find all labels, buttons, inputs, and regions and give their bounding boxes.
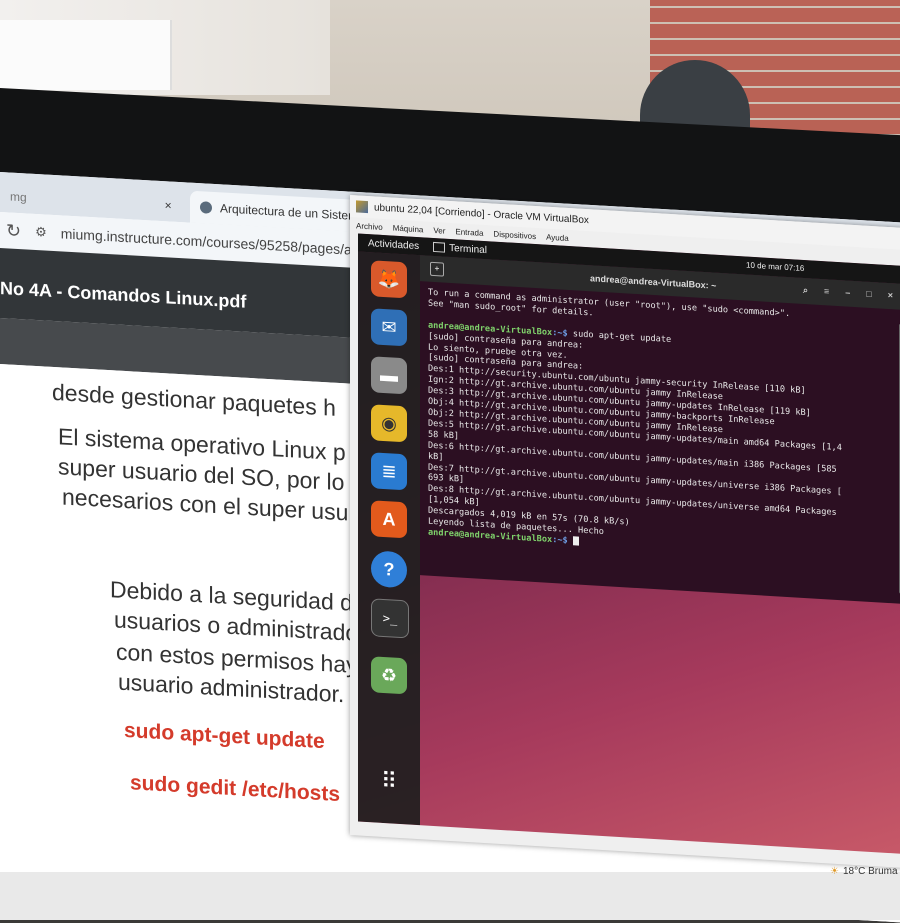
virtualbox-window: ubuntu 22,04 [Corriendo] - Oracle VM Vir… bbox=[350, 195, 900, 868]
weather-text: 18°C Bruma bbox=[842, 866, 898, 877]
prompt-path: :~$ bbox=[552, 327, 573, 339]
tab-label: Arquitectura de un Sistema bbox=[220, 201, 365, 224]
menu-ayuda[interactable]: Ayuda bbox=[546, 232, 569, 242]
terminal-title: andrea@andrea-VirtualBox: ~ bbox=[590, 273, 717, 291]
reload-icon[interactable]: ↻ bbox=[6, 220, 21, 242]
menu-icon[interactable]: ≡ bbox=[824, 286, 829, 297]
doc-command: sudo gedit /etc/hosts bbox=[130, 771, 341, 807]
menu-maquina[interactable]: Máquina bbox=[393, 223, 424, 234]
activities-button[interactable]: Actividades bbox=[368, 238, 419, 252]
minimize-icon[interactable]: – bbox=[845, 287, 850, 298]
menu-archivo[interactable]: Archivo bbox=[356, 221, 383, 232]
apps-grid-icon[interactable]: ⠿ bbox=[371, 762, 407, 800]
host-taskbar bbox=[0, 872, 900, 920]
trash-icon[interactable]: ♻ bbox=[371, 656, 407, 695]
close-icon[interactable]: × bbox=[165, 198, 172, 212]
doc-line: desde gestionar paquetes h bbox=[52, 378, 336, 421]
terminal-window: + andrea@andrea-VirtualBox: ~ ⌕ ≡ – □ × … bbox=[420, 255, 900, 604]
menu-dispositivos[interactable]: Dispositivos bbox=[493, 229, 536, 241]
search-icon[interactable]: ⌕ bbox=[803, 285, 808, 296]
url-field[interactable]: miumg.instructure.com/courses/95258/page… bbox=[61, 225, 352, 257]
globe-icon bbox=[200, 201, 212, 214]
terminal-cursor bbox=[572, 536, 579, 546]
weather-widget[interactable]: ☀ 18°C Bruma bbox=[830, 866, 898, 877]
help-icon[interactable]: ? bbox=[371, 550, 407, 589]
terminal-small-icon bbox=[433, 241, 446, 253]
pdf-title: No 4A - Comandos Linux.pdf bbox=[0, 278, 247, 312]
tab-label: mg bbox=[10, 189, 27, 205]
new-tab-icon[interactable]: + bbox=[430, 261, 444, 277]
menu-entrada[interactable]: Entrada bbox=[455, 227, 483, 238]
menu-ver[interactable]: Ver bbox=[433, 225, 445, 235]
doc-command: sudo apt-get update bbox=[124, 718, 325, 754]
clock[interactable]: 10 de mar 07:16 bbox=[746, 261, 804, 273]
terminal-output[interactable]: To run a command as administrator (user … bbox=[420, 281, 900, 567]
site-settings-icon[interactable]: ⚙ bbox=[35, 224, 47, 241]
rhythmbox-icon[interactable]: ◉ bbox=[371, 404, 407, 443]
firefox-icon[interactable]: 🦊 bbox=[371, 260, 407, 299]
projector-screen bbox=[0, 0, 330, 95]
ubuntu-dock: 🦊 ✉ ▬ ◉ ≣ A ? >_ ♻ ⠿ bbox=[358, 251, 420, 826]
weather-icon: ☀ bbox=[830, 866, 839, 877]
maximize-icon[interactable]: □ bbox=[866, 289, 871, 300]
files-icon[interactable]: ▬ bbox=[371, 356, 407, 395]
terminal-icon[interactable]: >_ bbox=[371, 598, 409, 639]
prompt-path: :~$ bbox=[552, 534, 573, 547]
terminal-app-label: Terminal bbox=[449, 242, 487, 256]
appcenter-icon[interactable]: A bbox=[371, 500, 407, 539]
window-controls: ⌕ ≡ – □ × bbox=[803, 285, 893, 301]
writer-icon[interactable]: ≣ bbox=[371, 452, 407, 491]
close-icon[interactable]: × bbox=[888, 290, 893, 301]
terminal-app-menu[interactable]: Terminal bbox=[433, 241, 487, 256]
virtualbox-icon bbox=[356, 200, 368, 214]
thunderbird-icon[interactable]: ✉ bbox=[371, 308, 407, 347]
ubuntu-desktop: Actividades Terminal 10 de mar 07:16 🦊 ✉… bbox=[358, 233, 900, 854]
